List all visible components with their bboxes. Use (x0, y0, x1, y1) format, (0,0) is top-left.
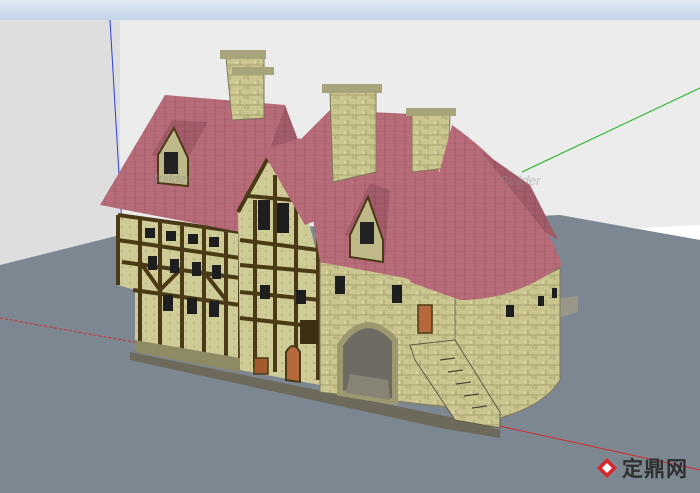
center-door (285, 345, 301, 384)
middle-door-upper (417, 304, 433, 334)
chimney-2-cap (322, 84, 382, 93)
middle-window-2 (392, 285, 402, 303)
tower-window-1 (506, 305, 514, 317)
chimney-2 (329, 91, 377, 183)
model-canvas[interactable]: Builder Builder (0, 20, 700, 493)
middle-dormer-window (360, 222, 374, 244)
ghost-text-1: Builder (150, 171, 191, 186)
shop-sign (300, 320, 318, 344)
middle-window-1 (335, 276, 345, 294)
watermark: 定鼎网 (596, 453, 688, 483)
sketchup-viewport[interactable]: Builder Builder (0, 20, 700, 493)
tower-window-2 (538, 296, 544, 306)
chimney-3-cap (406, 108, 456, 116)
watermark-text: 定鼎网 (622, 457, 688, 481)
chimney-1b-cap (232, 67, 274, 75)
backdrop-left-face (0, 20, 120, 265)
chimney-1-cap (220, 50, 266, 59)
ghost-text-2: Builder (500, 173, 541, 188)
diamond-logo-icon (597, 458, 617, 478)
window-titlebar (0, 0, 700, 21)
tower-window-3 (552, 288, 557, 298)
small-door (253, 357, 269, 375)
